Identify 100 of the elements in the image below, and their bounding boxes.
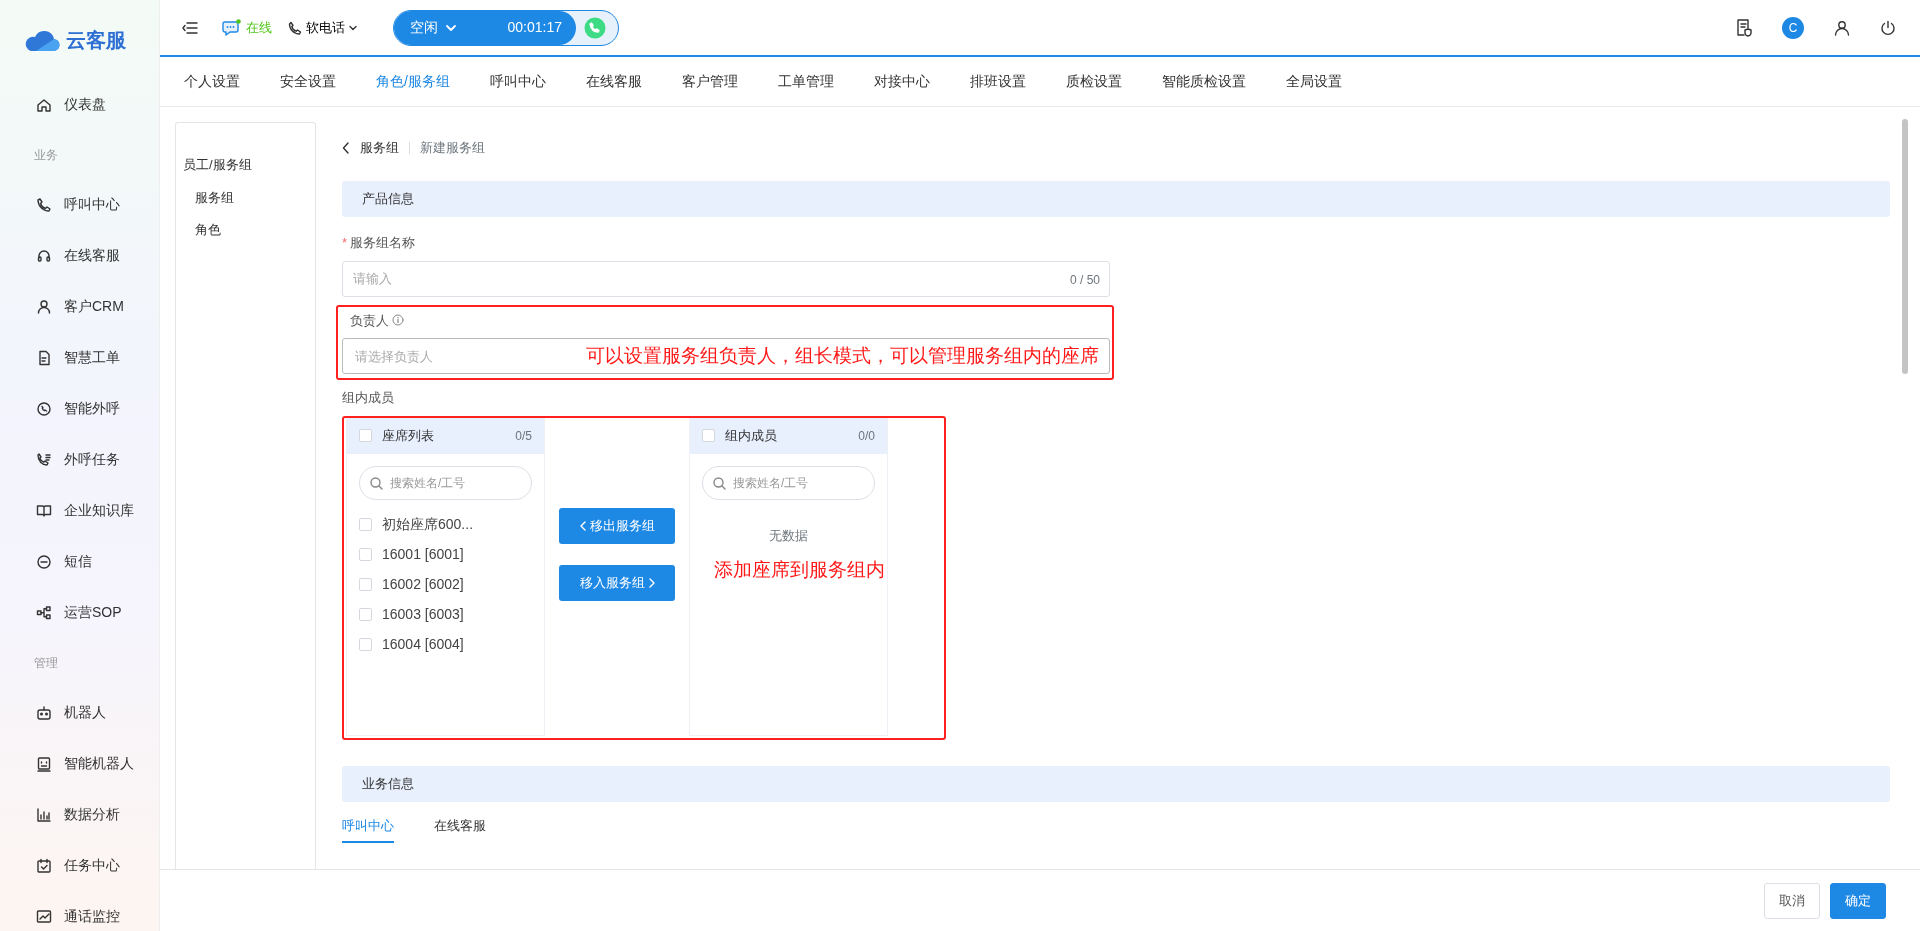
answer-phone-icon[interactable]	[584, 16, 606, 39]
section-tab[interactable]: 呼叫中心	[342, 809, 394, 843]
user-avatar[interactable]: C	[1782, 16, 1804, 39]
item-count: 0/5	[515, 427, 532, 445]
section-header: 业务信息	[342, 765, 1890, 802]
checkbox[interactable]	[359, 548, 372, 561]
caret-icon	[446, 24, 456, 31]
phone-icon	[288, 20, 302, 35]
breadcrumb-link[interactable]: 服务组	[360, 138, 399, 158]
nav-tab[interactable]: 智能质检设置	[1141, 56, 1266, 107]
chevron-left-icon	[579, 520, 586, 531]
nav-tab[interactable]: 安全设置	[260, 56, 356, 107]
search-field[interactable]: 搜索姓名/工号	[359, 465, 532, 500]
nav-tab[interactable]: 全局设置	[1265, 56, 1362, 107]
select-field-frame[interactable]: 请选择负责人 可以设置服务组负责人，组长模式，可以管理服务组内的座席	[342, 338, 1110, 374]
checkbox[interactable]	[359, 638, 372, 651]
panel-title: 组内成员	[725, 426, 777, 445]
cancel-button[interactable]: 取消	[1764, 882, 1820, 919]
sidebar-item[interactable]: 短信	[64, 551, 92, 572]
section-label: 管理	[33, 654, 59, 672]
sidebar-item[interactable]: 机器人	[64, 702, 106, 723]
phone-icon	[36, 196, 52, 213]
breadcrumb-current: 新建服务组	[420, 139, 485, 158]
menu-item[interactable]: 角色	[176, 216, 315, 244]
nav-tab[interactable]: 排班设置	[949, 56, 1046, 107]
sidebar-item[interactable]: 任务中心	[64, 855, 120, 876]
sidebar-item[interactable]: 外呼任务	[64, 449, 120, 470]
menu-group-label[interactable]: 员工/服务组	[176, 151, 315, 179]
chevron-right-icon	[648, 577, 655, 588]
nav-tab[interactable]: 角色/服务组	[356, 56, 470, 107]
sidebar-item[interactable]: 智能机器人	[64, 753, 134, 774]
menu-item[interactable]: 服务组	[176, 183, 315, 211]
phone-mode-dropdown[interactable]: 软电话	[306, 17, 357, 38]
scrollbar-thumb[interactable]	[1902, 119, 1908, 374]
agent-name[interactable]: 16004 [6004]	[382, 634, 464, 655]
power-icon[interactable]	[1880, 19, 1896, 36]
transfer-button[interactable]: 移入服务组	[559, 564, 675, 601]
agent-name[interactable]: 16003 [6003]	[382, 604, 464, 625]
nav-tab[interactable]: 个人设置	[164, 56, 260, 107]
checkbox[interactable]	[359, 608, 372, 621]
sidebar-item[interactable]: 运营SOP	[64, 602, 122, 623]
sidebar-item[interactable]: 通话监控	[64, 906, 120, 927]
checkbox[interactable]	[359, 518, 372, 531]
checkbox[interactable]	[702, 429, 715, 442]
empty-text: 无数据	[768, 526, 809, 545]
sidebar-item[interactable]: 在线客服	[64, 245, 120, 266]
back-chevron-icon[interactable]	[342, 142, 350, 154]
annotation-text: 可以设置服务组负责人，组长模式，可以管理服务组内的座席	[586, 343, 1099, 368]
section-header: 产品信息	[342, 181, 1890, 217]
nav-tab[interactable]: 对接中心	[853, 56, 950, 107]
panel-title: 座席列表	[382, 426, 434, 445]
field-label: 服务组名称	[350, 234, 416, 252]
confirm-button[interactable]: 确定	[1830, 882, 1886, 919]
sidebar-item[interactable]: 智慧工单	[64, 347, 120, 368]
document-icon	[36, 349, 52, 366]
user-icon	[36, 298, 52, 315]
robot-icon	[36, 704, 52, 721]
flow-icon	[36, 604, 52, 621]
document-shield-icon[interactable]	[1736, 18, 1752, 37]
sidebar-item[interactable]: 客户CRM	[64, 296, 124, 317]
checkbox[interactable]	[359, 429, 372, 442]
status-text: 在线	[246, 18, 272, 37]
agent-name[interactable]: 16002 [6002]	[382, 574, 464, 595]
field-label: 组内成员	[342, 389, 395, 407]
agent-name[interactable]: 初始座席600...	[382, 514, 474, 535]
nav-tab[interactable]: 呼叫中心	[469, 56, 566, 107]
menu-fold-icon[interactable]	[182, 20, 198, 35]
headset-icon	[36, 247, 52, 264]
sidebar-item[interactable]: 企业知识库	[64, 500, 134, 521]
sidebar-item[interactable]: 数据分析	[64, 804, 120, 825]
sidebar-item[interactable]: 呼叫中心	[64, 194, 120, 215]
section-tab[interactable]: 在线客服	[434, 809, 486, 843]
transfer-button[interactable]: 移出服务组	[559, 507, 675, 544]
search-field[interactable]: 搜索姓名/工号	[702, 465, 875, 500]
field-label: 负责人	[350, 311, 389, 330]
line-chart-icon	[36, 908, 52, 925]
required-mark: *	[342, 234, 348, 252]
call-state-dropdown[interactable]: 空闲	[410, 17, 456, 38]
search-icon	[713, 476, 726, 490]
chat-phone-icon	[36, 400, 52, 417]
home-icon	[36, 96, 52, 113]
logo-text: 云客服	[66, 27, 126, 53]
annotation-text: 添加座席到服务组内	[714, 557, 885, 582]
info-icon	[392, 314, 404, 327]
nav-tab[interactable]: 工单管理	[757, 56, 854, 107]
agent-name[interactable]: 16001 [6001]	[382, 544, 464, 565]
robot-face-icon	[36, 755, 52, 772]
phone-list-icon	[36, 451, 52, 468]
caret-icon	[349, 24, 357, 31]
checkbox[interactable]	[359, 578, 372, 591]
nav-tab[interactable]: 在线客服	[565, 56, 662, 107]
sidebar-item[interactable]: 仪表盘	[64, 94, 106, 115]
nav-tab[interactable]: 质检设置	[1045, 56, 1142, 107]
chat-bubble-icon	[222, 18, 242, 37]
item-count: 0/0	[858, 427, 875, 445]
nav-tab[interactable]: 客户管理	[661, 56, 758, 107]
call-timer: 00:01:17	[507, 18, 562, 37]
section-label: 业务	[33, 146, 59, 164]
user-icon[interactable]	[1834, 19, 1850, 36]
sidebar-item[interactable]: 智能外呼	[64, 398, 120, 419]
